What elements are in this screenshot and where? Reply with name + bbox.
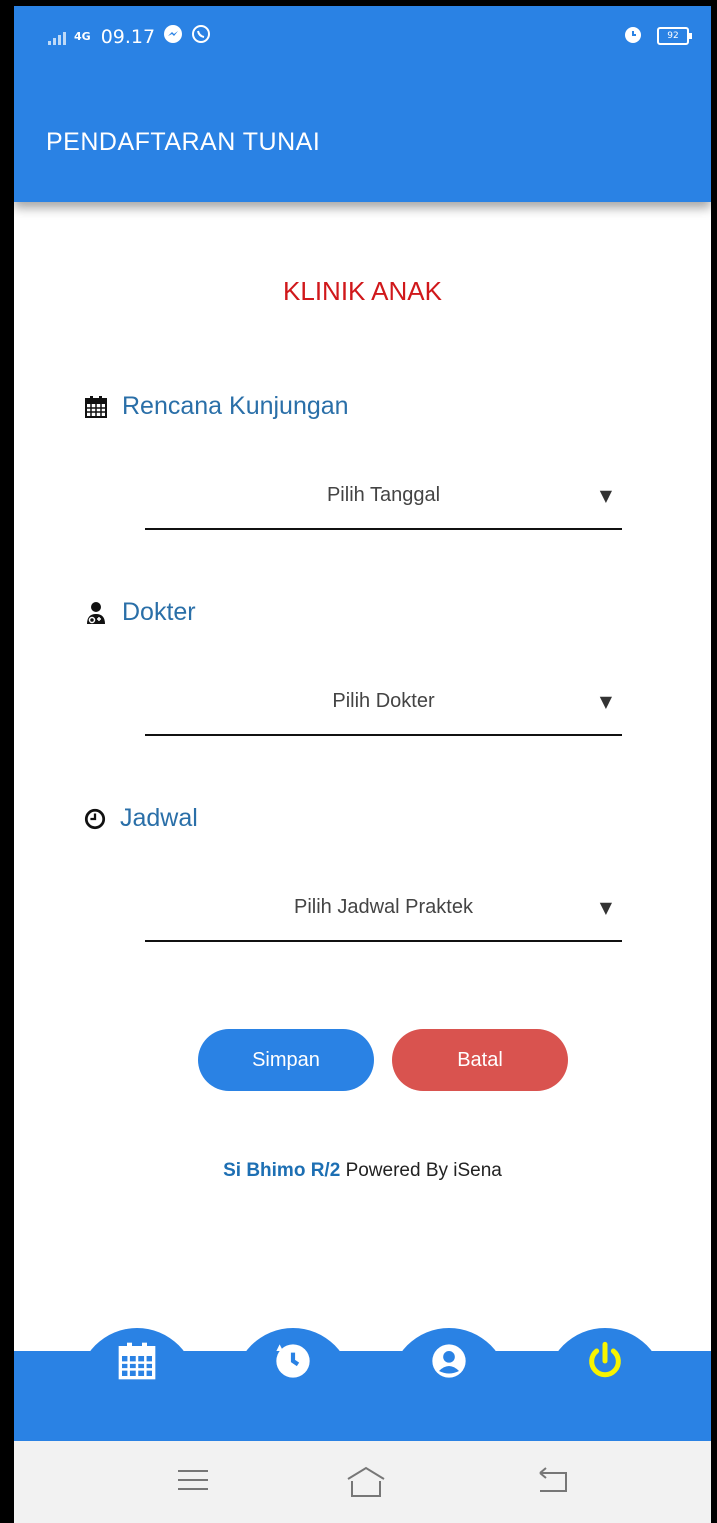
- status-bar: 4G 09.17 92: [14, 6, 711, 74]
- whatsapp-icon: [191, 24, 211, 49]
- status-left: 4G 09.17: [48, 24, 211, 49]
- visit-plan-label: Rencana Kunjungan: [84, 392, 349, 421]
- doctor-label: Dokter: [84, 598, 196, 627]
- doctor-icon: [84, 601, 108, 625]
- cancel-button[interactable]: Batal: [392, 1029, 568, 1091]
- messenger-icon: [163, 24, 183, 49]
- system-nav-bar: [14, 1441, 711, 1523]
- profile-icon: [429, 1341, 469, 1385]
- date-select-value: Pilih Tanggal: [326, 484, 441, 506]
- clinic-name: KLINIK ANAK: [283, 276, 442, 306]
- status-time: 09.17: [100, 25, 156, 48]
- battery-icon: 92: [657, 27, 692, 45]
- status-right: 92: [623, 24, 692, 48]
- visit-plan-label-text: Rencana Kunjungan: [122, 392, 349, 420]
- footer-credit: Si Bhimo R/2 Powered By iSena: [14, 1160, 711, 1182]
- date-select[interactable]: Pilih Tanggal ▼: [145, 478, 622, 530]
- page-title: PENDAFTARAN TUNAI: [46, 128, 321, 156]
- doctor-label-text: Dokter: [122, 598, 196, 626]
- dropdown-arrow-icon: ▼: [599, 692, 612, 711]
- network-type: 4G: [74, 29, 91, 43]
- signal-icon: [48, 29, 66, 45]
- schedule-label-text: Jadwal: [120, 804, 198, 832]
- home-icon[interactable]: [344, 1465, 388, 1503]
- doctor-select-value: Pilih Dokter: [332, 690, 435, 712]
- schedule-select-value: Pilih Jadwal Praktek: [294, 896, 473, 918]
- schedule-label: Jadwal: [84, 804, 198, 833]
- clock-icon: [84, 808, 106, 830]
- schedule-select[interactable]: Pilih Jadwal Praktek ▼: [145, 890, 622, 942]
- calendar-icon: [117, 1341, 157, 1385]
- save-button[interactable]: Simpan: [198, 1029, 374, 1091]
- power-icon: [585, 1341, 625, 1385]
- app-bar: 4G 09.17 92 PENDAFTARAN TUNAI: [14, 6, 711, 202]
- doctor-select[interactable]: Pilih Dokter ▼: [145, 684, 622, 736]
- dropdown-arrow-icon: ▼: [599, 898, 612, 917]
- footer-text: Powered By iSena: [345, 1160, 502, 1181]
- nav-calendar-tab[interactable]: [78, 1328, 196, 1398]
- footer-brand: Si Bhimo R/2: [223, 1160, 341, 1181]
- nav-profile-tab[interactable]: [390, 1328, 508, 1398]
- calendar-icon: [84, 395, 108, 419]
- history-icon: [273, 1341, 313, 1385]
- back-icon[interactable]: [534, 1465, 570, 1499]
- nav-logout-tab[interactable]: [546, 1328, 664, 1398]
- nav-history-tab[interactable]: [234, 1328, 352, 1398]
- menu-icon[interactable]: [176, 1465, 210, 1499]
- dropdown-arrow-icon: ▼: [599, 486, 612, 505]
- alarm-icon: [623, 24, 643, 48]
- screen: 4G 09.17 92 PENDAFTARAN TUNAI KLINIK ANA…: [14, 6, 711, 1523]
